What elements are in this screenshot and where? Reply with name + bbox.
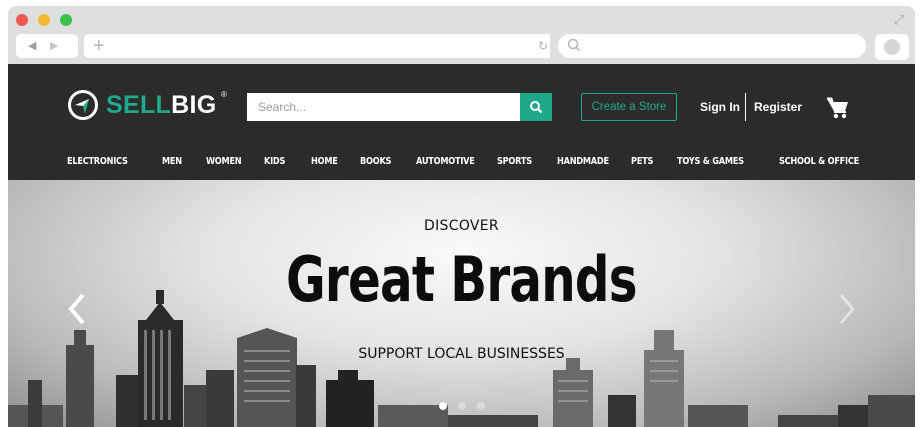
logo-mark-icon: [68, 90, 98, 120]
carousel-dot-1[interactable]: [439, 402, 447, 410]
profile-button[interactable]: [875, 34, 909, 60]
menu-item-kids[interactable]: KIDS: [264, 156, 285, 167]
hero-kicker: DISCOVER: [424, 218, 499, 234]
hero-subline: SUPPORT LOCAL BUSINESSES: [358, 346, 565, 362]
tab-strip: + ↻: [84, 34, 550, 58]
carousel-dot-2[interactable]: [458, 402, 466, 410]
carousel-indicators: [439, 402, 485, 410]
register-link[interactable]: Register: [754, 100, 802, 114]
menu-item-books[interactable]: BOOKS: [360, 156, 391, 167]
divider: [745, 93, 746, 121]
menu-item-home[interactable]: HOME: [311, 156, 338, 167]
menu-item-toys-games[interactable]: TOYS & GAMES: [677, 156, 744, 167]
chevron-left-icon[interactable]: [67, 292, 87, 326]
menu-item-automotive[interactable]: AUTOMOTIVE: [416, 156, 475, 167]
shopping-cart-icon[interactable]: [826, 97, 850, 119]
create-store-button[interactable]: Create a Store: [581, 93, 677, 121]
site-header: SELLBIG ® Create a Store Sign In Registe…: [8, 64, 915, 148]
menu-item-pets[interactable]: PETS: [631, 156, 653, 167]
browser-window: ⤢ ◀ ▶ + ↻ SELLBIG ® Search... Create a S…: [8, 6, 915, 427]
registered-mark: ®: [221, 90, 227, 99]
history-nav: ◀ ▶: [16, 34, 78, 58]
close-window-button[interactable]: [16, 14, 28, 26]
hero-headline: Great Brands: [286, 243, 638, 316]
menu-item-sports[interactable]: SPORTS: [497, 156, 532, 167]
website: SELLBIG ® Create a Store Sign In Registe…: [8, 64, 915, 427]
forward-arrow-icon[interactable]: ▶: [50, 39, 58, 53]
minimize-window-button[interactable]: [38, 14, 50, 26]
search-button[interactable]: [520, 93, 552, 121]
address-bar[interactable]: [558, 34, 866, 58]
menu-item-women[interactable]: WOMEN: [206, 156, 242, 167]
search-input[interactable]: [247, 93, 520, 121]
site-logo[interactable]: SELLBIG ®: [67, 88, 227, 122]
fullscreen-icon[interactable]: ⤢: [891, 12, 907, 28]
reload-icon[interactable]: ↻: [538, 39, 548, 53]
search-icon: [530, 101, 543, 114]
sign-in-link[interactable]: Sign In: [700, 100, 740, 114]
carousel-dot-3[interactable]: [477, 402, 485, 410]
avatar: [884, 39, 900, 55]
plus-icon[interactable]: +: [93, 35, 105, 57]
menu-item-handmade[interactable]: HANDMADE: [557, 156, 609, 167]
menu-item-electronics[interactable]: ELECTRONICS: [67, 156, 128, 167]
logo-wordmark: SELLBIG: [106, 91, 217, 119]
zoom-window-button[interactable]: [60, 14, 72, 26]
search-icon: [567, 38, 581, 52]
menu-item-school-office[interactable]: SCHOOL & OFFICE: [779, 156, 859, 167]
category-menu: ELECTRONICS MEN WOMEN KIDS HOME BOOKS AU…: [8, 148, 915, 180]
hero-carousel: DISCOVER Great Brands SUPPORT LOCAL BUSI…: [8, 180, 915, 427]
chevron-right-icon[interactable]: [837, 292, 857, 326]
back-arrow-icon[interactable]: ◀: [28, 39, 36, 53]
menu-item-men[interactable]: MEN: [162, 156, 182, 167]
